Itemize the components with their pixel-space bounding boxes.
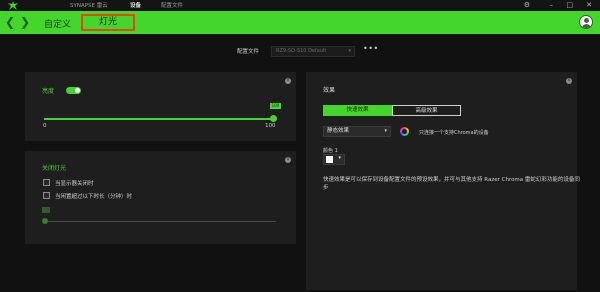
close-icon[interactable]: ✕ <box>586 1 592 9</box>
maximize-icon[interactable]: □ <box>566 1 573 9</box>
header-bar: ❮ ❯ 自定义 灯光 <box>0 11 600 34</box>
brightness-slider-track[interactable] <box>44 118 273 120</box>
chevron-left-icon[interactable]: ❮ <box>5 15 15 29</box>
brightness-toggle[interactable] <box>66 87 81 94</box>
effects-title: 效果 <box>323 87 336 94</box>
effect-select-value: 静态效果 <box>327 128 350 134</box>
idle-slider-track[interactable] <box>46 221 276 222</box>
brightness-min-label: 0 <box>43 123 47 129</box>
chevron-right-icon[interactable]: ❯ <box>20 15 30 29</box>
brightness-slider-thumb[interactable] <box>270 115 277 122</box>
color-label: 颜色 1 <box>323 148 338 154</box>
brightness-card: i 亮度 100 0 100 <box>25 72 296 141</box>
top-nav-profiles[interactable]: 配置文件 <box>161 1 183 9</box>
chevron-down-icon: ▾ <box>384 128 387 134</box>
tab-lighting[interactable]: 灯光 <box>81 14 135 31</box>
razer-logo-icon <box>8 1 18 10</box>
idle-slider-thumb[interactable] <box>42 218 48 224</box>
tab-customize[interactable]: 自定义 <box>44 17 71 30</box>
minimize-icon[interactable]: – <box>550 1 554 9</box>
tab-quick-effects[interactable]: 快速效果 <box>323 105 392 116</box>
color-picker[interactable]: ▾ <box>323 154 345 165</box>
tab-lighting-label: 灯光 <box>98 17 117 27</box>
effect-select[interactable]: 静态效果 ▾ <box>323 126 391 137</box>
chroma-icon <box>400 127 409 136</box>
more-options-button[interactable]: ••• <box>363 44 379 53</box>
profile-select-value: RZ9-SO-S10 Default <box>276 48 327 54</box>
info-icon[interactable]: i <box>285 78 291 84</box>
profile-label: 配置文件 <box>237 49 260 55</box>
brightness-max-label: 100 <box>265 123 276 129</box>
settings-gear-icon[interactable]: ⚙ <box>524 1 530 9</box>
brightness-title: 亮度 <box>42 88 55 95</box>
info-icon[interactable]: i <box>285 157 291 163</box>
profile-row: 配置文件 RZ9-SO-S10 Default ▾ ••• <box>0 44 600 58</box>
toggle-knob <box>75 88 80 93</box>
top-nav-devices[interactable]: 设备 <box>130 1 141 9</box>
title-bar: SYNAPSE 雷云 设备 配置文件 ⚙ – □ ✕ <box>0 0 600 11</box>
idle-checkbox[interactable] <box>43 192 50 199</box>
display-off-label: 当显示器关闭时 <box>55 181 94 187</box>
idle-label: 当闲置超过以下时长（分钟）时 <box>55 194 133 200</box>
avatar-head <box>584 18 589 23</box>
chroma-note: 只连接一个支持Chroma的设备 <box>419 130 489 136</box>
profile-select[interactable]: RZ9-SO-S10 Default ▾ <box>271 46 355 57</box>
chevron-down-icon: ▾ <box>348 48 351 54</box>
color-swatch <box>326 156 333 163</box>
avatar-body <box>582 24 591 28</box>
brightness-value: 100 <box>270 103 281 109</box>
info-icon[interactable]: i <box>566 78 572 84</box>
idle-slider-value <box>42 207 50 213</box>
lights-off-card: i 关闭灯光 当显示器关闭时 当闲置超过以下时长（分钟）时 <box>25 151 296 244</box>
display-off-checkbox[interactable] <box>43 179 50 186</box>
effects-card: i 效果 快速效果 高级效果 静态效果 ▾ 只连接一个支持Chroma的设备 颜… <box>306 72 580 290</box>
top-nav-synapse[interactable]: SYNAPSE 雷云 <box>70 1 108 9</box>
tab-advanced-effects[interactable]: 高级效果 <box>392 105 461 116</box>
chevron-down-icon: ▾ <box>338 155 341 161</box>
user-avatar-icon[interactable] <box>579 15 593 29</box>
effects-description: 快速效果是可以保存到设备配置文件的预设效果，并可与其他支持 Razer Chro… <box>323 177 580 191</box>
lights-off-title: 关闭灯光 <box>42 165 67 172</box>
